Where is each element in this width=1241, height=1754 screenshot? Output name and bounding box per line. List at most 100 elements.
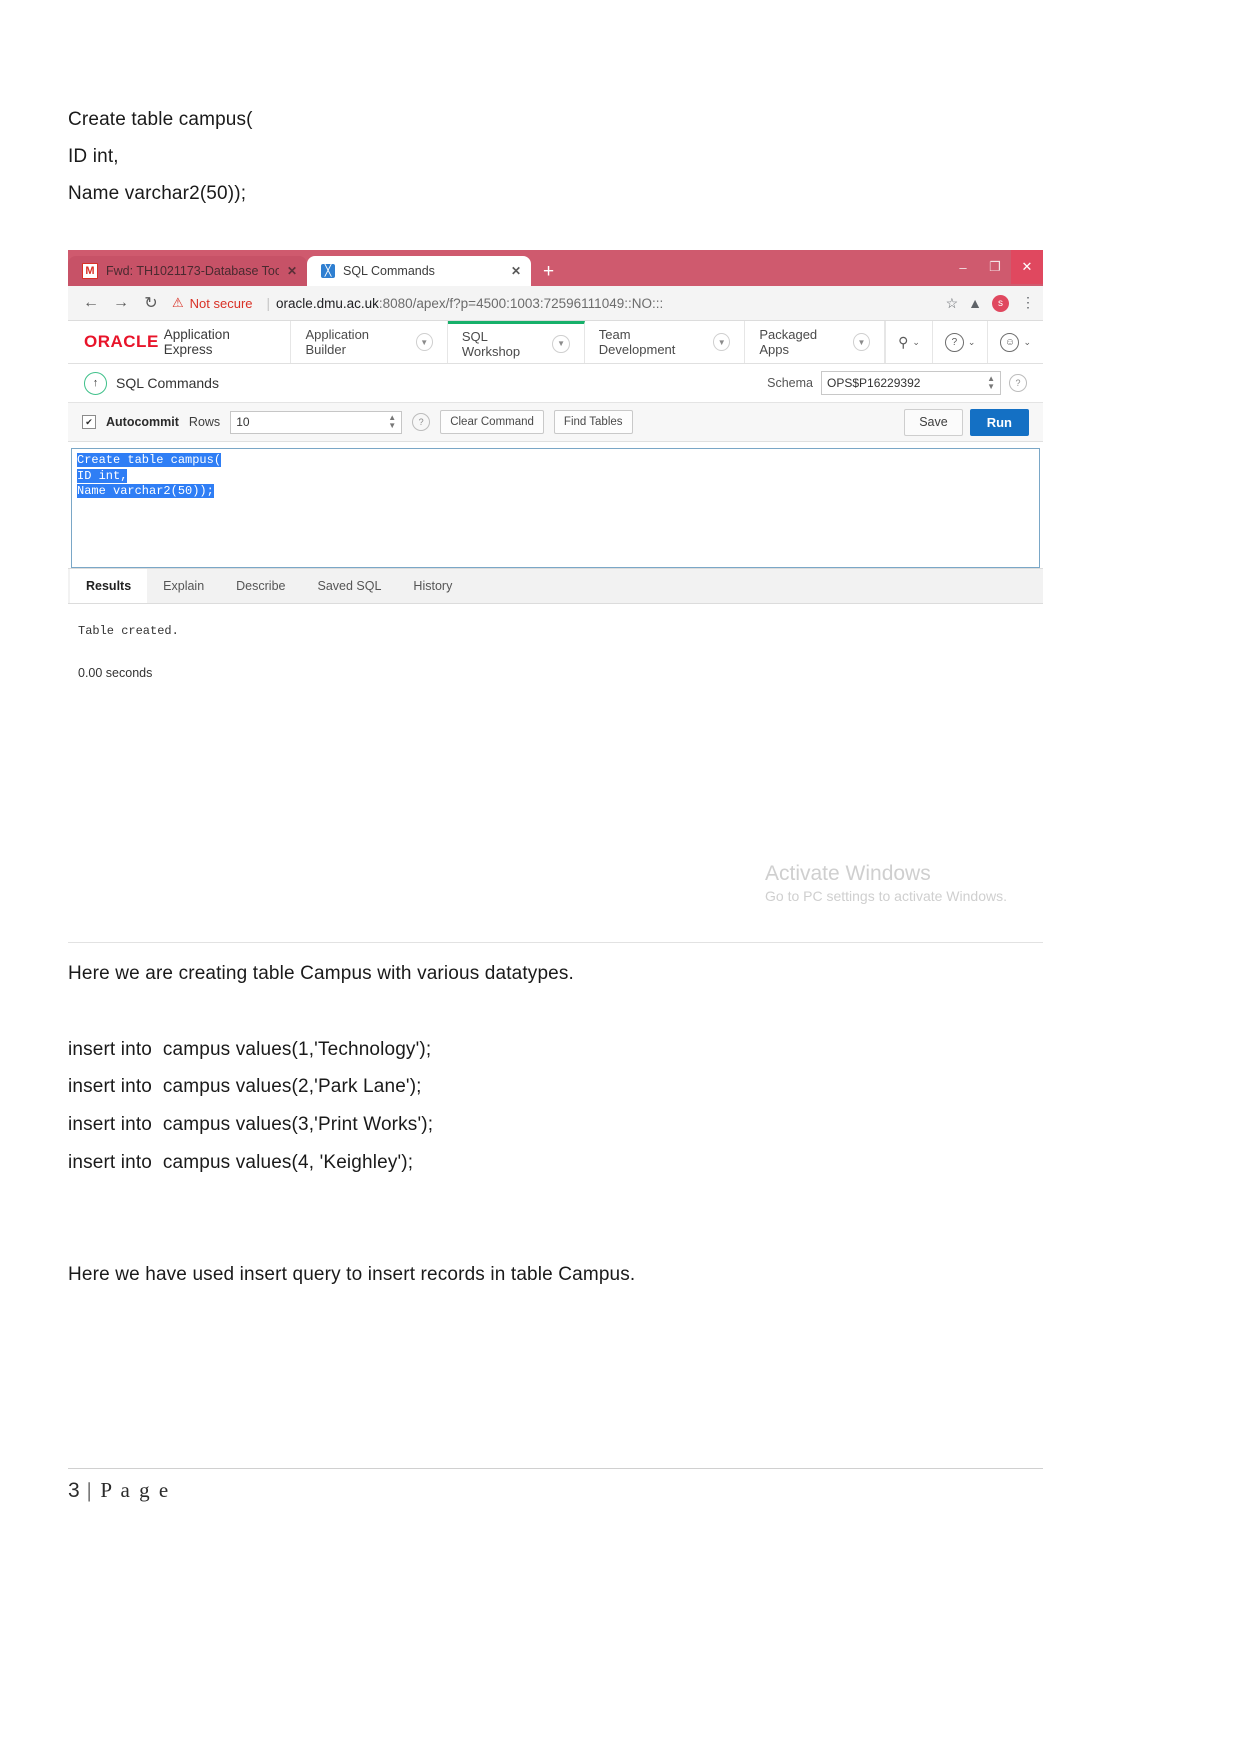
tab-saved-sql[interactable]: Saved SQL [301, 569, 397, 603]
extension-icon[interactable]: ▲ [968, 295, 982, 311]
oracle-logo: ORACLE [84, 332, 159, 351]
admin-user-icon[interactable]: ⚲ ⌄ [886, 321, 933, 363]
spinner-icon: ▲ ▼ [987, 374, 995, 391]
chevron-down-icon: ▼ [415, 333, 433, 351]
nav-application-builder[interactable]: Application Builder ▼ [291, 321, 448, 363]
admin-glyph: ⚲ [898, 333, 909, 350]
page-footer: 3 | P a g e [68, 1478, 170, 1503]
schema-value: OPS$P16229392 [827, 376, 921, 390]
tab-results[interactable]: Results [70, 569, 148, 603]
chevron-down-icon: ▼ [713, 333, 731, 351]
nav-team-development[interactable]: Team Development ▼ [585, 321, 746, 363]
doc-text-line: insert into campus values(3,'Print Works… [68, 1114, 434, 1135]
nav-packaged-apps[interactable]: Packaged Apps ▼ [745, 321, 886, 363]
menu-kebab-icon[interactable]: ⋮ [1021, 295, 1035, 309]
product-name: Application Express [163, 327, 230, 357]
schema-label: Schema [767, 376, 813, 390]
chevron-down-icon: ⌄ [1023, 336, 1032, 347]
page-title: SQL Commands [116, 375, 219, 391]
minimize-button[interactable]: – [947, 250, 979, 284]
page-number: 3 [68, 1479, 80, 1502]
sql-line: Name varchar2(50)); [77, 484, 214, 498]
reload-icon[interactable]: ↻ [136, 288, 166, 318]
doc-text-line: insert into campus values(2,'Park Lane')… [68, 1076, 422, 1097]
activate-windows-watermark: Activate Windows Go to PC settings to ac… [765, 861, 1007, 906]
address-bar[interactable]: ⚠ Not secure | oracle.dmu.ac.uk:8080/ape… [172, 295, 946, 311]
url-text: oracle.dmu.ac.uk:8080/apex/f?p=4500:1003… [276, 296, 663, 311]
clear-command-button[interactable]: Clear Command [440, 410, 544, 434]
page-title-row: ↑ SQL Commands Schema OPS$P16229392 ▲ ▼ ? [68, 364, 1043, 403]
tab-describe[interactable]: Describe [220, 569, 301, 603]
tab-history[interactable]: History [397, 569, 468, 603]
avatar[interactable]: s [992, 294, 1009, 312]
browser-tab-gmail[interactable]: M Fwd: TH1021173-Database Tools ✕ [68, 256, 307, 286]
bookmark-star-icon[interactable]: ☆ [946, 295, 959, 312]
help-icon[interactable]: ? [1009, 374, 1027, 392]
document-page: Create table campus( ID int, Name varcha… [0, 0, 1241, 1754]
run-button[interactable]: Run [969, 408, 1029, 436]
rows-value: 10 [236, 415, 250, 429]
footer-divider [68, 1468, 1043, 1469]
nav-label: SQL Workshop [461, 328, 521, 359]
security-status-label: Not secure [189, 295, 253, 311]
chevron-down-icon: ⌄ [967, 336, 976, 347]
autocommit-checkbox[interactable]: ✔ [82, 415, 96, 429]
doc-text-line: insert into campus values(4, 'Keighley')… [68, 1152, 414, 1173]
watermark-subtitle: Go to PC settings to activate Windows. [765, 888, 1007, 904]
doc-caption: Here we are creating table Campus with v… [68, 963, 574, 984]
back-icon[interactable]: ← [76, 288, 106, 318]
doc-caption: Here we have used insert query to insert… [68, 1264, 636, 1285]
result-tabs: Results Explain Describe Saved SQL Histo… [68, 568, 1043, 604]
doc-text-line: Create table campus( [68, 109, 253, 130]
chevron-down-icon: ⌄ [912, 336, 920, 347]
rows-label: Rows [188, 415, 221, 429]
warning-triangle-icon: ⚠ [172, 295, 184, 310]
result-panel: Table created. 0.00 seconds Activate Win… [68, 604, 1043, 942]
close-icon[interactable]: ✕ [511, 264, 521, 278]
schema-select[interactable]: OPS$P16229392 ▲ ▼ [821, 371, 1001, 395]
result-elapsed-time: 0.00 seconds [78, 666, 153, 680]
nav-label: Team Development [598, 327, 676, 357]
sql-command-toolbar: ✔ Autocommit Rows 10 ▲ ▼ ? Clear Command … [68, 403, 1043, 442]
chevron-down-icon: ▼ [852, 333, 871, 351]
account-glyph: ☺ [1000, 332, 1020, 352]
address-bar-actions: ☆ ▲ s ⋮ [946, 294, 1035, 312]
footer-separator: | [86, 1478, 94, 1502]
sql-editor-wrapper: Create table campus( ID int, Name varcha… [68, 442, 1043, 568]
close-icon[interactable]: ✕ [287, 264, 297, 278]
gmail-icon: M [82, 263, 98, 279]
doc-text-line: ID int, [68, 146, 119, 167]
window-controls: – ❐ ✕ [947, 250, 1043, 284]
find-tables-button[interactable]: Find Tables [553, 410, 633, 434]
save-button[interactable]: Save [904, 408, 963, 436]
apex-icon: ╳ [321, 264, 335, 278]
nav-sql-workshop[interactable]: SQL Workshop ▼ [447, 321, 585, 363]
browser-url-bar: ← → ↻ ⚠ Not secure | oracle.dmu.ac.uk:80… [68, 286, 1043, 321]
rows-help-icon[interactable]: ? [412, 413, 431, 431]
chevron-down-icon: ▼ [552, 334, 570, 353]
footer-page-word: P a g e [100, 1478, 171, 1502]
stepper-icon[interactable]: ▲ ▼ [388, 414, 396, 430]
sql-line: Create table campus( [77, 453, 222, 467]
tab-explain[interactable]: Explain [147, 569, 220, 603]
watermark-title: Activate Windows [765, 862, 931, 885]
sql-editor[interactable]: Create table campus( ID int, Name varcha… [71, 448, 1040, 568]
maximize-button[interactable]: ❐ [979, 250, 1011, 284]
close-window-button[interactable]: ✕ [1011, 250, 1043, 284]
help-icon[interactable]: ? ⌄ [933, 321, 989, 363]
account-icon[interactable]: ☺ ⌄ [988, 321, 1043, 363]
doc-text-line: insert into campus values(1,'Technology'… [68, 1039, 432, 1060]
divider: | [266, 295, 271, 311]
embedded-browser-screenshot: M Fwd: TH1021173-Database Tools ✕ ╳ SQL … [68, 250, 1043, 950]
help-glyph: ? [944, 332, 964, 352]
new-tab-button[interactable]: + [531, 262, 566, 286]
forward-icon[interactable]: → [106, 288, 136, 318]
browser-tab-sql-commands[interactable]: ╳ SQL Commands ✕ [307, 256, 531, 286]
oracle-brand[interactable]: ORACLE Application Express [68, 321, 292, 363]
nav-label: Packaged Apps [759, 327, 818, 357]
browser-tab-strip: M Fwd: TH1021173-Database Tools ✕ ╳ SQL … [68, 250, 1043, 286]
sql-line: ID int, [77, 468, 128, 483]
back-up-icon[interactable]: ↑ [84, 371, 107, 395]
browser-tab-title: SQL Commands [343, 264, 435, 278]
rows-input[interactable]: 10 ▲ ▼ [230, 410, 403, 434]
